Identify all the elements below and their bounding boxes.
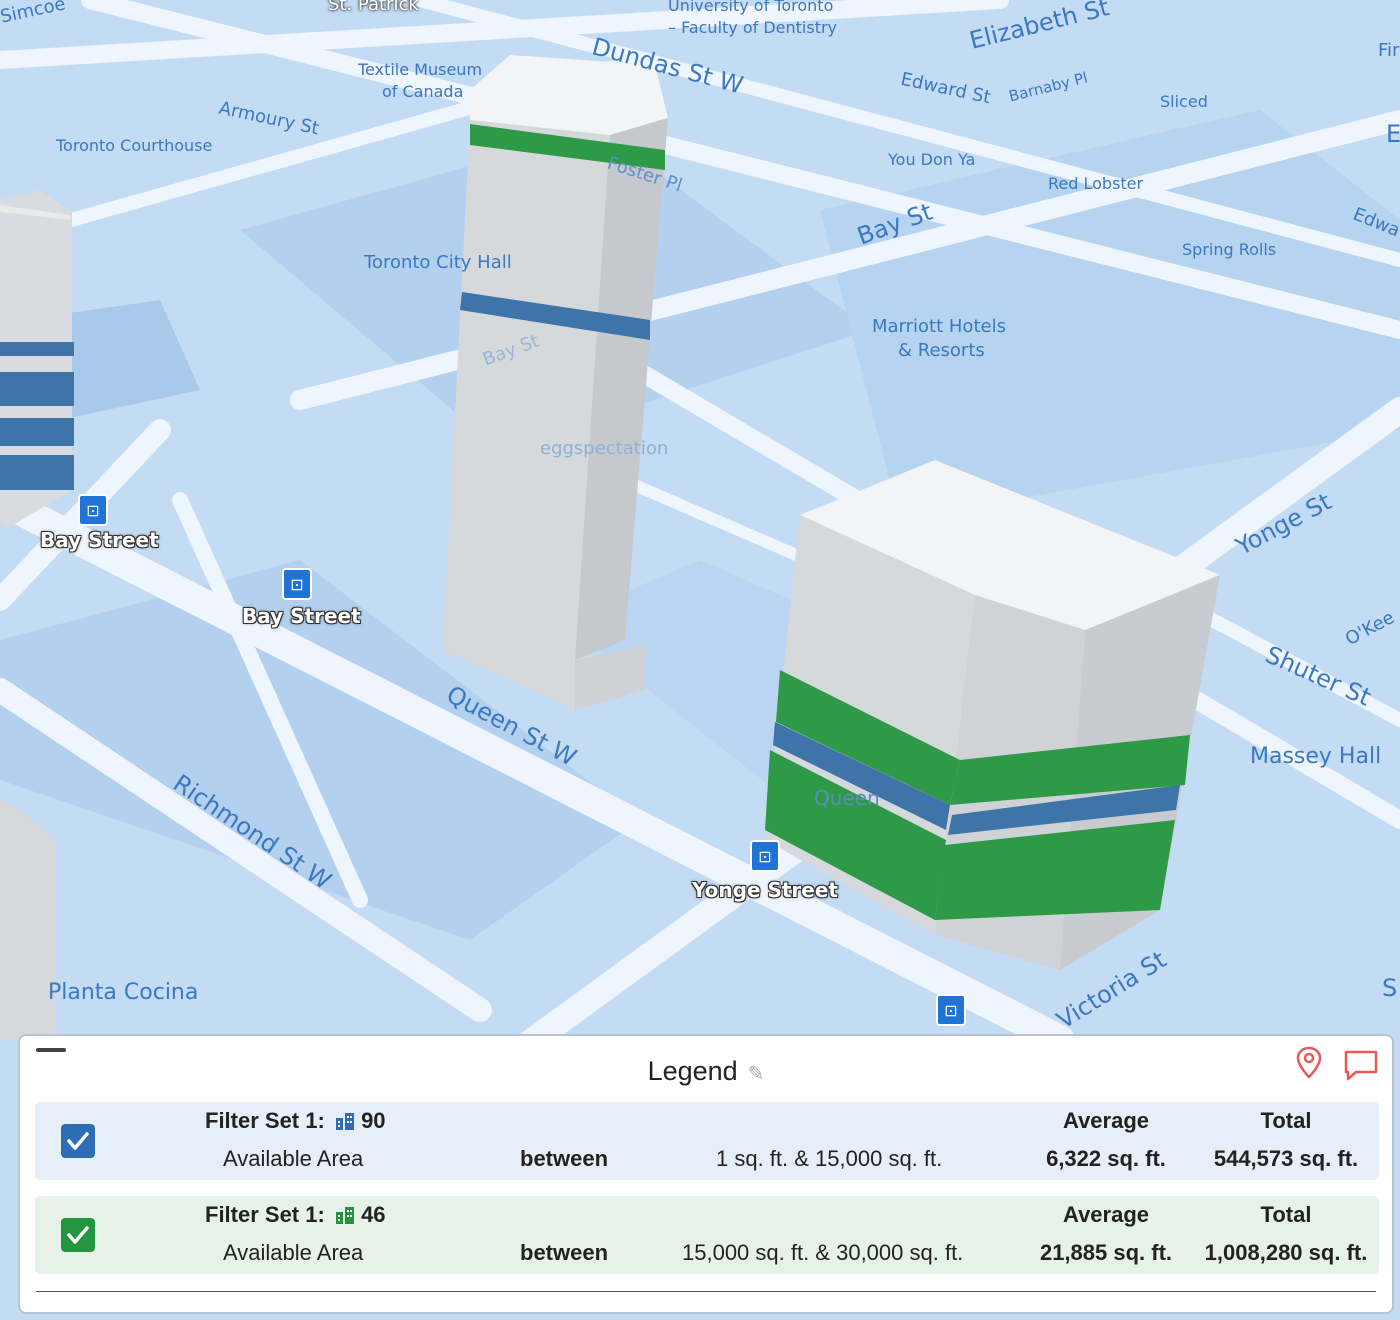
transit-label-yonge[interactable]: Yonge Street [692, 878, 838, 902]
poi-label-marriott-1[interactable]: Marriott Hotels [872, 316, 1006, 338]
filter-row-2[interactable]: Filter Set 1: 46 Available Area between … [35, 1196, 1379, 1274]
edit-pencil-icon[interactable]: ✎ [748, 1061, 765, 1086]
filter-2-field: Available Area [223, 1240, 364, 1265]
filter-2-operator: between [520, 1240, 609, 1265]
filter-2-average-label: Average [1062, 1202, 1150, 1227]
filter-1-field: Available Area [223, 1146, 364, 1171]
poi-label-uoft-1[interactable]: University of Toronto [668, 0, 833, 15]
building-left[interactable] [0, 190, 74, 528]
filter-1-title: Filter Set 1: [205, 1108, 325, 1133]
poi-label-textile-1[interactable]: Textile Museum [358, 60, 482, 79]
street-label-s-edge: S [1382, 974, 1398, 1002]
filter-1-count: 90 [361, 1108, 386, 1133]
poi-label-uoft-2[interactable]: – Faculty of Dentistry [668, 18, 837, 37]
legend-panel[interactable]: Legend ✎ Filter Set 1: 90 Available Area … [18, 1034, 1394, 1314]
tram-icon-bay-2[interactable]: ⊡ [282, 568, 312, 600]
tram-icon-bottom[interactable]: ⊡ [936, 994, 966, 1026]
buildings-icon [335, 1113, 354, 1130]
filter-2-range: 15,000 sq. ft. & 30,000 sq. ft. [682, 1240, 964, 1265]
tram-icon-bay-1[interactable]: ⊡ [78, 494, 108, 526]
filter-1-average-label: Average [1062, 1108, 1150, 1133]
filter-2-total-label: Total [1260, 1202, 1312, 1227]
street-label-fir: Fir [1378, 40, 1400, 61]
legend-divider [36, 1291, 1376, 1292]
filter-1-operator: between [520, 1146, 609, 1171]
transit-label-bay-1[interactable]: Bay Street [40, 528, 159, 552]
transit-label-bay-2[interactable]: Bay Street [242, 604, 361, 628]
tram-icon-yonge[interactable]: ⊡ [750, 840, 780, 872]
comment-icon[interactable] [1342, 1048, 1380, 1082]
poi-label-red-lobster[interactable]: Red Lobster [1048, 174, 1143, 193]
poi-label-textile-2[interactable]: of Canada [382, 82, 463, 101]
filter-2-total: 1,008,280 sq. ft. [1204, 1240, 1368, 1265]
filter-1-checkbox[interactable] [61, 1124, 95, 1158]
poi-label-marriott-2[interactable]: & Resorts [898, 340, 985, 362]
filter-1-average: 6,322 sq. ft. [1046, 1146, 1166, 1171]
poi-label-you-don-ya[interactable]: You Don Ya [888, 150, 975, 169]
filter-1-total-label: Total [1260, 1108, 1312, 1133]
filter-2-count: 46 [361, 1202, 386, 1227]
buildings-icon [335, 1207, 354, 1224]
poi-label-planta[interactable]: Planta Cocina [48, 980, 198, 1006]
collapse-handle[interactable] [36, 1048, 66, 1052]
poi-label-massey-hall[interactable]: Massey Hall [1250, 744, 1381, 770]
poi-label-st-patrick[interactable]: St. Patrick [328, 0, 419, 16]
building-bottom-left[interactable] [0, 800, 55, 1040]
filter-2-checkbox[interactable] [61, 1218, 95, 1252]
filter-1-total: 544,573 sq. ft. [1213, 1146, 1359, 1171]
street-label-e-edge: E [1386, 120, 1400, 148]
filter-2-title: Filter Set 1: [205, 1202, 325, 1227]
filter-2-average: 21,885 sq. ft. [1039, 1240, 1173, 1265]
poi-label-queen-station[interactable]: Queen [814, 786, 880, 810]
filter-1-range: 1 sq. ft. & 15,000 sq. ft. [716, 1146, 943, 1171]
filter-row-1[interactable]: Filter Set 1: 90 Available Area between … [35, 1102, 1379, 1180]
poi-label-spring-rolls[interactable]: Spring Rolls [1182, 240, 1276, 259]
location-pin-icon[interactable] [1294, 1046, 1324, 1080]
poi-label-eggspectation[interactable]: eggspectation [540, 438, 668, 460]
poi-label-courthouse[interactable]: Toronto Courthouse [56, 136, 212, 155]
legend-title: Legend [647, 1056, 738, 1086]
poi-label-sliced[interactable]: Sliced [1160, 92, 1208, 111]
poi-label-city-hall[interactable]: Toronto City Hall [364, 252, 512, 274]
